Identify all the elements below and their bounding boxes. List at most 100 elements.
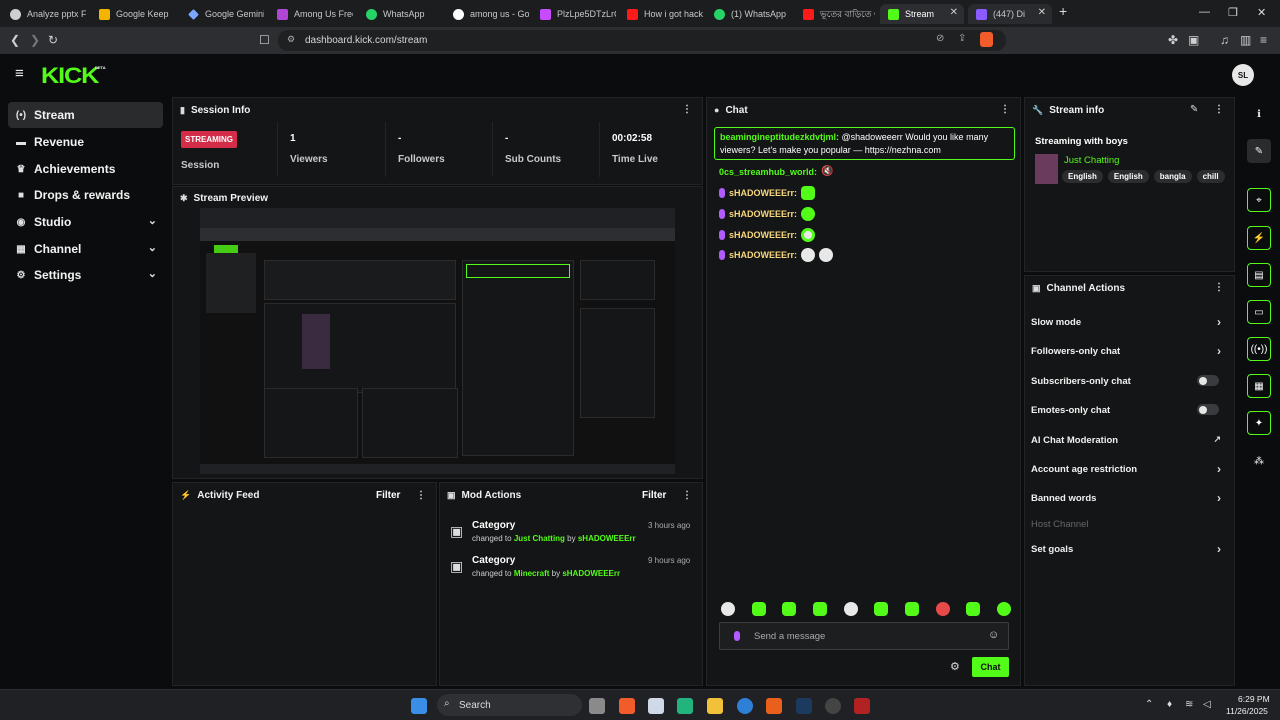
- browser-tab[interactable]: among us - Go: [445, 4, 529, 24]
- clock-date[interactable]: 11/26/2025: [1226, 706, 1268, 716]
- more-options-icon[interactable]: ⋮: [682, 104, 692, 115]
- tag[interactable]: chill: [1196, 170, 1225, 183]
- forward-icon[interactable]: ❯: [30, 33, 40, 47]
- share-nodes-icon[interactable]: ⁂: [1247, 449, 1271, 473]
- emote-icon[interactable]: [935, 602, 950, 616]
- sidebar-item-stream[interactable]: (•) Stream: [8, 102, 163, 128]
- chat-input[interactable]: Send a message ☺: [719, 622, 1009, 650]
- category-link[interactable]: Just Chatting: [1064, 155, 1119, 166]
- photos-icon[interactable]: [648, 698, 664, 714]
- sidebar-item-achievements[interactable]: ♛ Achievements: [8, 156, 163, 182]
- tag[interactable]: bangla: [1153, 170, 1192, 183]
- chatgpt-icon[interactable]: [677, 698, 693, 714]
- more-options-icon[interactable]: ⋮: [682, 490, 692, 501]
- back-icon[interactable]: ❮: [10, 33, 20, 47]
- emote-icon[interactable]: [721, 602, 735, 616]
- chat-settings-icon[interactable]: ⚙: [950, 660, 960, 673]
- reload-icon[interactable]: ↻: [48, 33, 58, 47]
- browser-tab[interactable]: (447) Di ✕: [968, 4, 1052, 24]
- emote-icon[interactable]: [904, 602, 919, 616]
- tag[interactable]: English: [1107, 170, 1149, 183]
- lightning-icon[interactable]: ⚡: [1247, 226, 1271, 250]
- sidebar-toggle-icon[interactable]: ▥: [1240, 33, 1251, 47]
- emote-icon[interactable]: [751, 602, 766, 616]
- brave-shield-icon[interactable]: [980, 32, 993, 47]
- address-bar[interactable]: ⚙ dashboard.kick.com/stream ⊘ ⇪: [278, 30, 1006, 51]
- kick-logo[interactable]: KICK: [41, 63, 99, 89]
- wifi-icon[interactable]: ≋: [1185, 699, 1193, 710]
- browser-tab-active[interactable]: Stream ✕: [880, 4, 964, 24]
- menu-icon[interactable]: ≡: [1260, 33, 1267, 47]
- document-icon[interactable]: ▤: [1247, 263, 1271, 287]
- wrench-icon[interactable]: ✦: [1247, 411, 1271, 435]
- browser-tab[interactable]: WhatsApp: [358, 4, 442, 24]
- edit-icon[interactable]: ✎: [1190, 104, 1198, 115]
- emote-icon[interactable]: [996, 602, 1011, 616]
- emote-icon[interactable]: [782, 602, 797, 616]
- broadcast-icon[interactable]: ((•)): [1247, 337, 1271, 361]
- steam-icon[interactable]: [796, 698, 812, 714]
- task-view-icon[interactable]: [589, 698, 605, 714]
- brave-icon[interactable]: [619, 698, 635, 714]
- banned-words-row[interactable]: Banned words ›: [1031, 489, 1221, 507]
- followers-only-row[interactable]: Followers-only chat ›: [1031, 342, 1221, 360]
- emote-icon[interactable]: [966, 602, 981, 616]
- layout-icon[interactable]: ▦: [1247, 374, 1271, 398]
- edge-icon[interactable]: [737, 698, 753, 714]
- minimize-icon[interactable]: —: [1199, 6, 1210, 18]
- wallet-icon[interactable]: ▣: [1188, 33, 1199, 47]
- more-options-icon[interactable]: ⋮: [1000, 104, 1010, 115]
- emoji-picker-icon[interactable]: ☺: [988, 629, 999, 641]
- maximize-icon[interactable]: ❐: [1228, 6, 1238, 19]
- filter-button[interactable]: Filter: [642, 490, 666, 501]
- sidebar-item-settings[interactable]: ⚙ Settings ⌄: [8, 262, 163, 288]
- browser-tab[interactable]: Among Us Free: [269, 4, 353, 24]
- send-chat-button[interactable]: Chat: [972, 657, 1009, 677]
- browser-tab[interactable]: Analyze pptx Fi: [2, 4, 86, 24]
- chat-bubble-icon[interactable]: ▭: [1247, 300, 1271, 324]
- sidebar-item-revenue[interactable]: ▬ Revenue: [8, 129, 163, 155]
- more-options-icon[interactable]: ⋮: [1214, 104, 1224, 115]
- microphone-icon[interactable]: ♦: [1167, 699, 1172, 710]
- more-options-icon[interactable]: ⋮: [416, 490, 426, 501]
- podcast-icon[interactable]: [766, 698, 782, 714]
- extensions-icon[interactable]: ✤: [1168, 33, 1178, 47]
- emote-icon[interactable]: [874, 602, 889, 616]
- among-us-icon[interactable]: [854, 698, 870, 714]
- file-explorer-icon[interactable]: [707, 698, 723, 714]
- close-tab-icon[interactable]: ✕: [950, 7, 958, 18]
- browser-tab[interactable]: PlzLpe5DTzLrQ: [532, 4, 616, 24]
- browser-tab[interactable]: How i got hack: [619, 4, 703, 24]
- tag[interactable]: English: [1062, 170, 1103, 183]
- taskbar-search[interactable]: ⌕ Search: [437, 694, 582, 716]
- volume-icon[interactable]: ◁: [1203, 699, 1211, 710]
- clock-time[interactable]: 6:29 PM: [1238, 694, 1270, 704]
- ai-moderation-row[interactable]: AI Chat Moderation ↗: [1031, 431, 1221, 449]
- stream-preview-video[interactable]: [200, 208, 675, 474]
- emote-icon[interactable]: [812, 602, 827, 616]
- target-icon[interactable]: ⌖: [1247, 188, 1271, 212]
- bookmark-icon[interactable]: ☐: [259, 33, 270, 47]
- sidebar-item-channel[interactable]: ▦ Channel ⌄: [8, 236, 163, 262]
- browser-tab[interactable]: Google Keep: [91, 4, 175, 24]
- emotes-only-toggle[interactable]: [1197, 404, 1219, 415]
- browser-tab[interactable]: ভূতের বাড়িতে এ: [795, 4, 875, 24]
- edit-icon[interactable]: ✎: [1247, 139, 1271, 163]
- highlighted-chat-message[interactable]: beamingineptitudezkdvtjml: @shadoweeerr …: [714, 127, 1015, 160]
- sidebar-item-studio[interactable]: ◉ Studio ⌄: [8, 209, 163, 235]
- hide-icon[interactable]: ⊘: [936, 33, 944, 44]
- account-age-row[interactable]: Account age restriction ›: [1031, 460, 1221, 478]
- avatar[interactable]: SL: [1232, 64, 1254, 86]
- site-info-icon[interactable]: ⚙: [287, 34, 295, 45]
- close-window-icon[interactable]: ✕: [1257, 6, 1266, 19]
- share-icon[interactable]: ⇪: [958, 33, 966, 44]
- subscribers-only-toggle[interactable]: [1197, 375, 1219, 386]
- hamburger-menu-icon[interactable]: ≡: [15, 65, 24, 82]
- sidebar-item-drops[interactable]: ■ Drops & rewards: [8, 182, 163, 208]
- set-goals-row[interactable]: Set goals ›: [1031, 540, 1221, 558]
- obs-icon[interactable]: [825, 698, 841, 714]
- windows-start-icon[interactable]: [411, 698, 427, 714]
- media-icon[interactable]: ♫: [1220, 33, 1229, 47]
- new-tab-icon[interactable]: +: [1059, 3, 1067, 19]
- filter-button[interactable]: Filter: [376, 490, 400, 501]
